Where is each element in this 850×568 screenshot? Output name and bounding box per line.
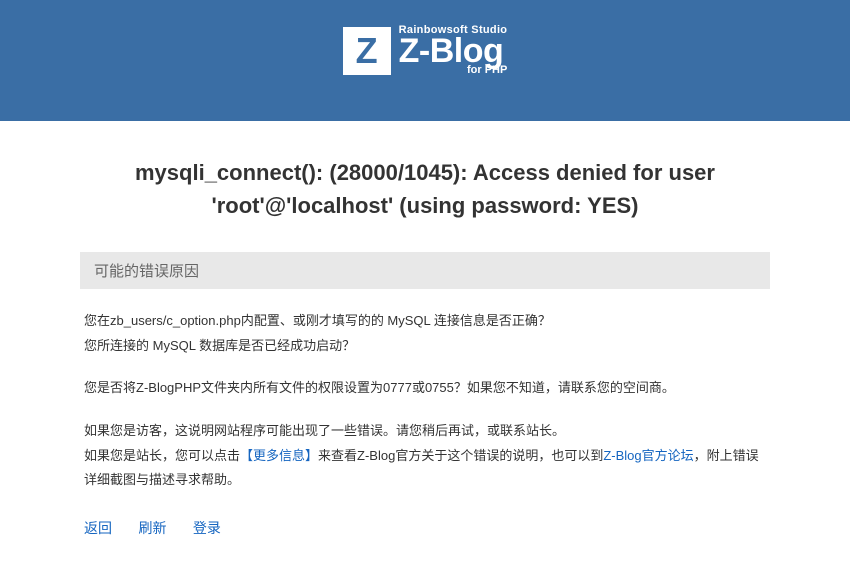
error-title: mysqli_connect(): (28000/1045): Access d… <box>80 156 770 222</box>
forum-link[interactable]: Z-Blog官方论坛 <box>603 448 693 463</box>
error-body: 您在zb_users/c_option.php内配置、或刚才填写的的 MySQL… <box>80 309 770 493</box>
error-text: 来查看Z-Blog官方关于这个错误的说明，也可以到 <box>318 448 603 463</box>
error-section-header: 可能的错误原因 <box>80 252 770 289</box>
action-links: 返回 刷新 登录 <box>80 518 770 538</box>
login-link[interactable]: 登录 <box>193 520 221 536</box>
error-paragraph-3: 如果您是访客，这说明网站程序可能出现了一些错误。请您稍后再试，或联系站长。 如果… <box>84 419 766 493</box>
error-paragraph-1: 您在zb_users/c_option.php内配置、或刚才填写的的 MySQL… <box>84 309 766 358</box>
error-paragraph-2: 您是否将Z-BlogPHP文件夹内所有文件的权限设置为0777或0755？如果您… <box>84 376 766 401</box>
error-text: 您所连接的 MySQL 数据库是否已经成功启动？ <box>84 338 355 353</box>
logo-icon: Z <box>343 27 391 75</box>
refresh-link[interactable]: 刷新 <box>138 520 166 536</box>
error-text: 您在zb_users/c_option.php内配置、或刚才填写的的 MySQL… <box>84 313 551 328</box>
more-info-link[interactable]: 【更多信息】 <box>240 448 318 463</box>
content-area: mysqli_connect(): (28000/1045): Access d… <box>0 121 850 568</box>
logo: Z Rainbowsoft Studio Z-Blog for PHP <box>343 25 508 76</box>
logo-letter: Z <box>356 30 378 72</box>
logo-text: Rainbowsoft Studio Z-Blog for PHP <box>399 25 508 76</box>
error-text: 如果您是站长，您可以点击 <box>84 448 240 463</box>
logo-main-text: Z-Blog <box>399 34 508 68</box>
error-text: 如果您是访客，这说明网站程序可能出现了一些错误。请您稍后再试，或联系站长。 <box>84 423 565 438</box>
header-banner: Z Rainbowsoft Studio Z-Blog for PHP <box>0 0 850 121</box>
back-link[interactable]: 返回 <box>84 520 112 536</box>
